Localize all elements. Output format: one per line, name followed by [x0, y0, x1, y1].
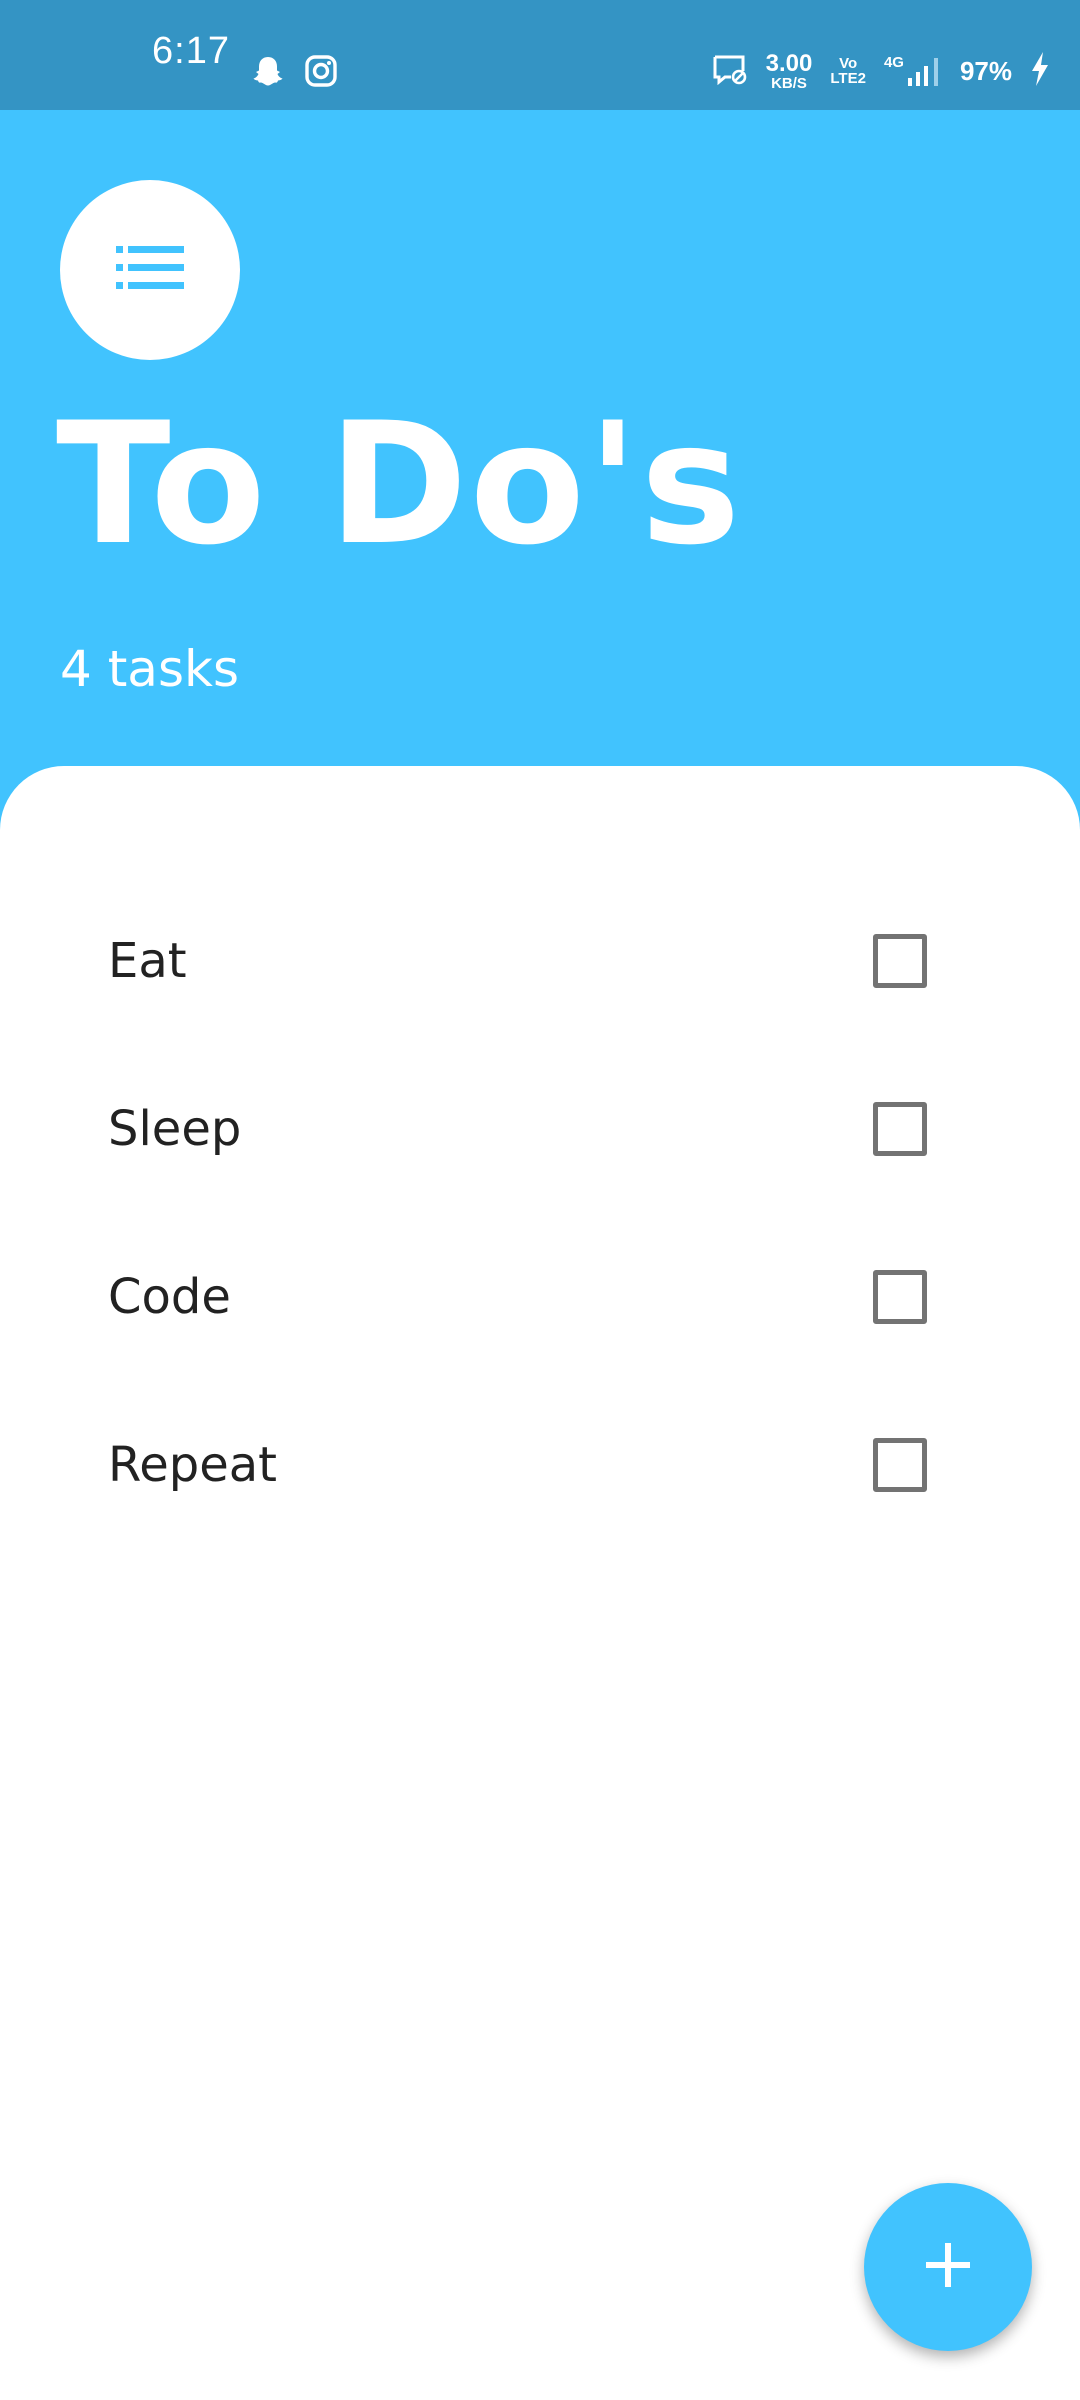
list-icon [116, 246, 184, 294]
task-checkbox[interactable] [873, 934, 927, 988]
menu-button[interactable] [60, 180, 240, 360]
task-checkbox[interactable] [873, 1438, 927, 1492]
list-item[interactable]: Sleep [0, 1045, 1080, 1213]
task-label: Repeat [108, 1437, 277, 1493]
instagram-icon [304, 54, 338, 92]
task-label: Code [108, 1269, 231, 1325]
snapchat-icon [250, 54, 286, 94]
battery-level: 97% [959, 55, 1012, 86]
status-right-group: 3.00 KB/S Vo LTE2 4G 97% [712, 46, 1050, 96]
task-checkbox[interactable] [873, 1270, 927, 1324]
charging-icon [1030, 51, 1050, 91]
task-checkbox[interactable] [873, 1102, 927, 1156]
page-title: To Do's [56, 386, 743, 582]
list-item[interactable]: Code [0, 1213, 1080, 1381]
add-task-button[interactable] [864, 2183, 1032, 2351]
signal-icon: 4G [884, 54, 942, 88]
task-count: 4 tasks [60, 640, 240, 698]
net-speed-value: 3.00 [765, 49, 813, 77]
task-list: Eat Sleep Code Repeat [0, 766, 1080, 2400]
list-item[interactable]: Repeat [0, 1381, 1080, 1549]
volte-indicator: Vo LTE2 [830, 56, 866, 86]
network-type: 4G [883, 54, 904, 71]
net-speed-unit: KB/S [771, 74, 807, 92]
net-speed: 3.00 KB/S [765, 49, 813, 92]
volte-bottom: LTE2 [830, 70, 866, 87]
volte-top: Vo [839, 55, 858, 72]
status-bar: 6:17 3.00 KB/S Vo LTE2 4G 97% [0, 0, 1080, 110]
status-time: 6:17 [152, 30, 230, 72]
header: To Do's 4 tasks [0, 110, 1080, 790]
list-item[interactable]: Eat [0, 877, 1080, 1045]
task-label: Eat [108, 933, 187, 989]
data-saver-icon [712, 53, 748, 89]
task-label: Sleep [108, 1101, 242, 1157]
plus-icon [924, 2241, 972, 2293]
